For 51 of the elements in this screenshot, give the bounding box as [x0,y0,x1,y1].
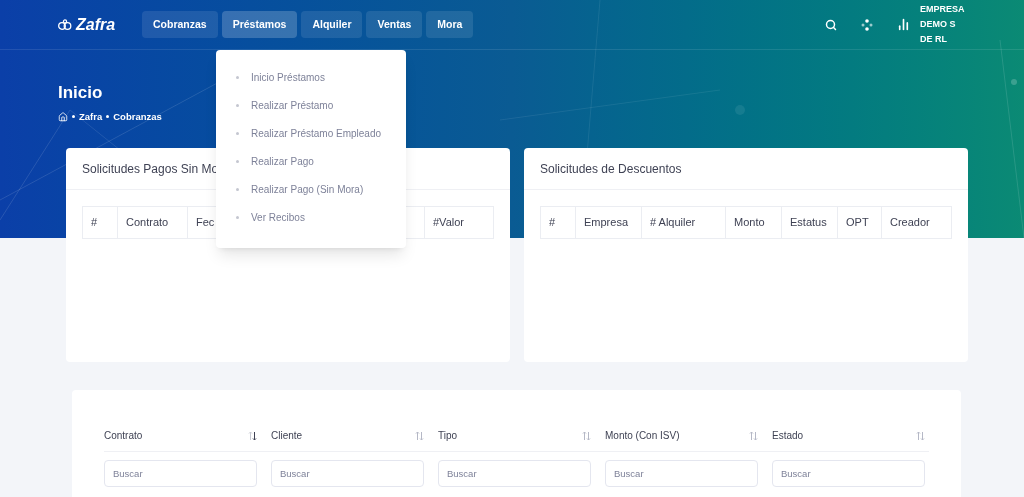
bullet-icon [106,115,110,119]
breadcrumb-item[interactable]: Zafra [79,109,103,124]
logo-icon [58,18,72,31]
search-field[interactable]: Buscar [605,460,758,487]
apps-icon[interactable] [861,18,873,31]
nav-tab[interactable]: Ventas [366,11,423,38]
menu-item[interactable]: Inicio Préstamos [251,69,325,85]
menu-item[interactable]: Realizar Préstamo [251,97,334,113]
bullet-icon [236,131,239,135]
menu-item[interactable]: Realizar Préstamo Empleado [251,125,382,141]
menu-item[interactable]: Realizar Pago [251,153,314,169]
column-header[interactable]: Cliente [271,428,303,443]
nav-tab[interactable]: Alquiler [301,11,363,38]
search-field[interactable]: Buscar [772,460,925,487]
column-header: #Valor [424,207,492,238]
bullet-icon [236,159,239,163]
nav-tab[interactable]: Cobranzas [142,11,218,38]
menu-item[interactable]: Realizar Pago (Sin Mora) [251,181,364,197]
column-header: # Alquiler [641,207,725,238]
column-header: Creador [881,207,951,238]
menu-item[interactable]: Ver Recibos [251,209,305,225]
search-field[interactable]: Buscar [438,460,591,487]
column-header: # [548,215,557,231]
sort-icon[interactable] [248,430,257,441]
bullet-icon [236,103,239,107]
bullet-icon [72,115,75,119]
column-header: Monto [725,207,781,238]
search-icon[interactable] [825,18,837,31]
column-header[interactable]: Contrato [104,428,143,443]
page-title: Inicio [58,82,103,104]
column-header: Contrato [117,207,187,238]
company-name[interactable]: EMPRESA DEMO S DE RL [920,2,964,47]
column-header: OPT [837,207,881,238]
bullet-icon [236,187,239,191]
nav-tab[interactable]: Préstamos [221,11,298,38]
breadcrumb-item[interactable]: Cobranzas [113,109,162,124]
brand-logo: Zafra [76,14,116,35]
column-header[interactable]: Estado [772,428,804,443]
column-header[interactable]: Tipo [438,428,458,443]
column-header: Empresa [575,207,641,238]
bullet-icon [236,75,239,79]
search-field[interactable]: Buscar [271,460,424,487]
chart-icon[interactable] [897,18,910,31]
card-title: Solicitudes de Descuentos [540,160,682,178]
home-icon[interactable] [58,111,68,122]
search-field[interactable]: Buscar [104,460,257,487]
nav-tab[interactable]: Mora [426,11,474,38]
bullet-icon [236,215,239,219]
column-header: # [90,215,99,231]
column-header[interactable]: Monto (Con ISV) [605,428,680,443]
column-header: Estatus [781,207,837,238]
